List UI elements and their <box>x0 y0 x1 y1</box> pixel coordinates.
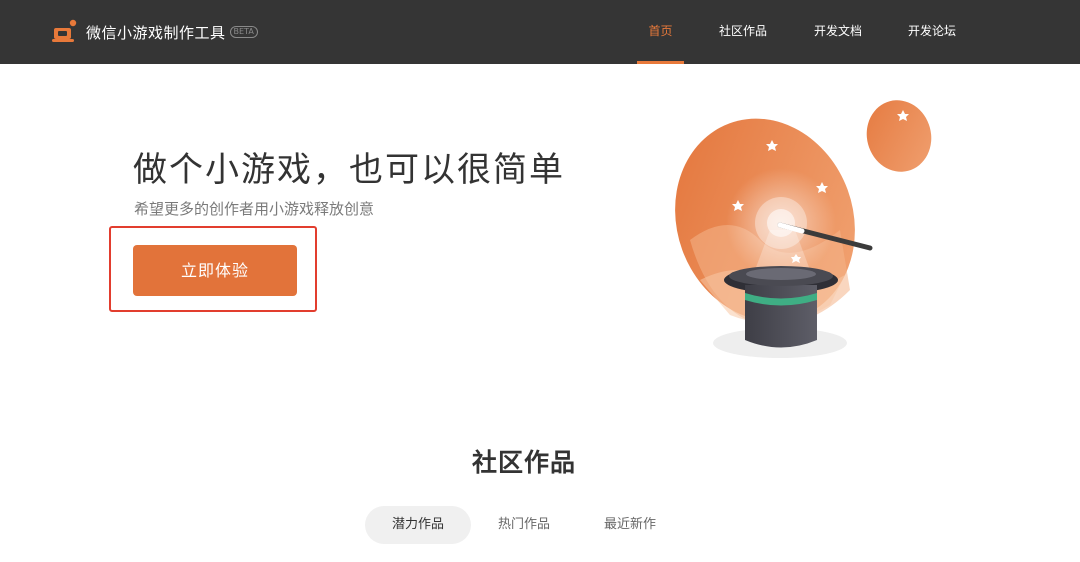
app-logo-icon <box>52 19 78 45</box>
beta-badge: BETA <box>229 26 258 38</box>
tab-popular-works[interactable]: 热门作品 <box>478 506 570 544</box>
hero-title: 做个小游戏，也可以很简单 <box>133 150 565 190</box>
try-now-button[interactable]: 立即体验 <box>133 245 297 296</box>
hero-subtitle: 希望更多的创作者用小游戏释放创意 <box>134 200 375 218</box>
nav-item-home[interactable]: 首页 <box>637 0 684 64</box>
nav-item-forum[interactable]: 开发论坛 <box>902 0 962 64</box>
community-section-title: 社区作品 <box>471 448 576 477</box>
nav-item-docs[interactable]: 开发文档 <box>808 0 868 64</box>
nav-item-community[interactable]: 社区作品 <box>713 0 773 64</box>
magic-hat-illustration <box>660 90 950 370</box>
top-navigation-bar: 微信小游戏制作工具 BETA 首页 社区作品 开发文档 开发论坛 <box>0 0 1080 64</box>
app-title: 微信小游戏制作工具 <box>86 23 226 42</box>
tab-recent-works[interactable]: 最近新作 <box>584 506 676 544</box>
tab-potential-works[interactable]: 潜力作品 <box>365 506 471 544</box>
brand[interactable]: 微信小游戏制作工具 BETA <box>52 18 258 46</box>
